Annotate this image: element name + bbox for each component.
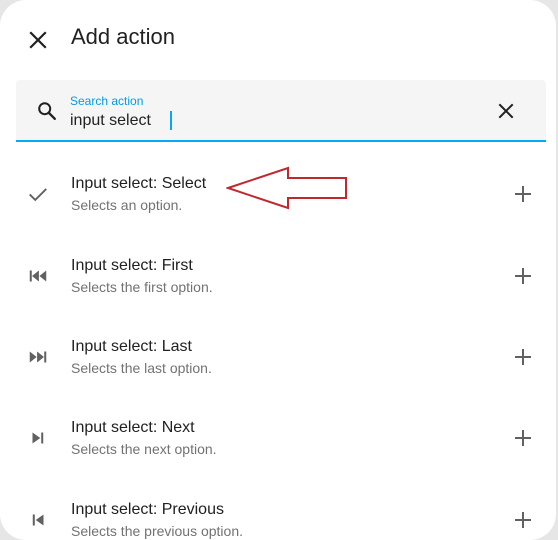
action-description: Selects the next option.: [71, 441, 217, 457]
search-field[interactable]: Search action: [16, 80, 546, 142]
close-icon: [29, 31, 47, 49]
plus-icon: [515, 512, 531, 528]
action-title: Input select: Next: [71, 419, 195, 436]
add-button[interactable]: [511, 508, 535, 532]
action-item-next[interactable]: Input select: Next Selects the next opti…: [0, 396, 556, 478]
skip-previous-icon: [26, 508, 50, 532]
add-button[interactable]: [511, 182, 535, 206]
add-action-dialog: Add action Search action Input select: S…: [0, 0, 556, 540]
dialog-header: Add action: [0, 0, 556, 78]
action-item-first[interactable]: Input select: First Selects the first op…: [0, 234, 556, 316]
add-button[interactable]: [511, 264, 535, 288]
plus-icon: [515, 186, 531, 202]
clear-search-button[interactable]: [494, 99, 518, 123]
search-input[interactable]: [70, 110, 450, 132]
action-title: Input select: Last: [71, 338, 192, 355]
skip-next-icon: [26, 426, 50, 450]
action-title: Input select: Select: [71, 175, 207, 192]
search-label: Search action: [70, 94, 144, 108]
skip-last-icon: [26, 345, 50, 369]
action-item-last[interactable]: Input select: Last Selects the last opti…: [0, 315, 556, 397]
text-caret: [170, 111, 172, 130]
dialog-title: Add action: [71, 24, 175, 49]
action-description: Selects the first option.: [71, 279, 213, 295]
plus-icon: [515, 268, 531, 284]
plus-icon: [515, 430, 531, 446]
action-title: Input select: First: [71, 257, 193, 274]
action-description: Selects an option.: [71, 197, 183, 213]
action-description: Selects the previous option.: [71, 523, 243, 539]
add-button[interactable]: [511, 345, 535, 369]
action-title: Input select: Previous: [71, 501, 224, 518]
check-icon: [26, 182, 50, 206]
action-description: Selects the last option.: [71, 360, 212, 376]
clear-icon: [498, 103, 514, 119]
action-item-select[interactable]: Input select: Select Selects an option.: [0, 152, 556, 234]
plus-icon: [515, 349, 531, 365]
close-button[interactable]: [24, 26, 52, 54]
search-icon: [38, 102, 56, 120]
skip-first-icon: [26, 264, 50, 288]
add-button[interactable]: [511, 426, 535, 450]
action-item-previous[interactable]: Input select: Previous Selects the previ…: [0, 478, 556, 540]
